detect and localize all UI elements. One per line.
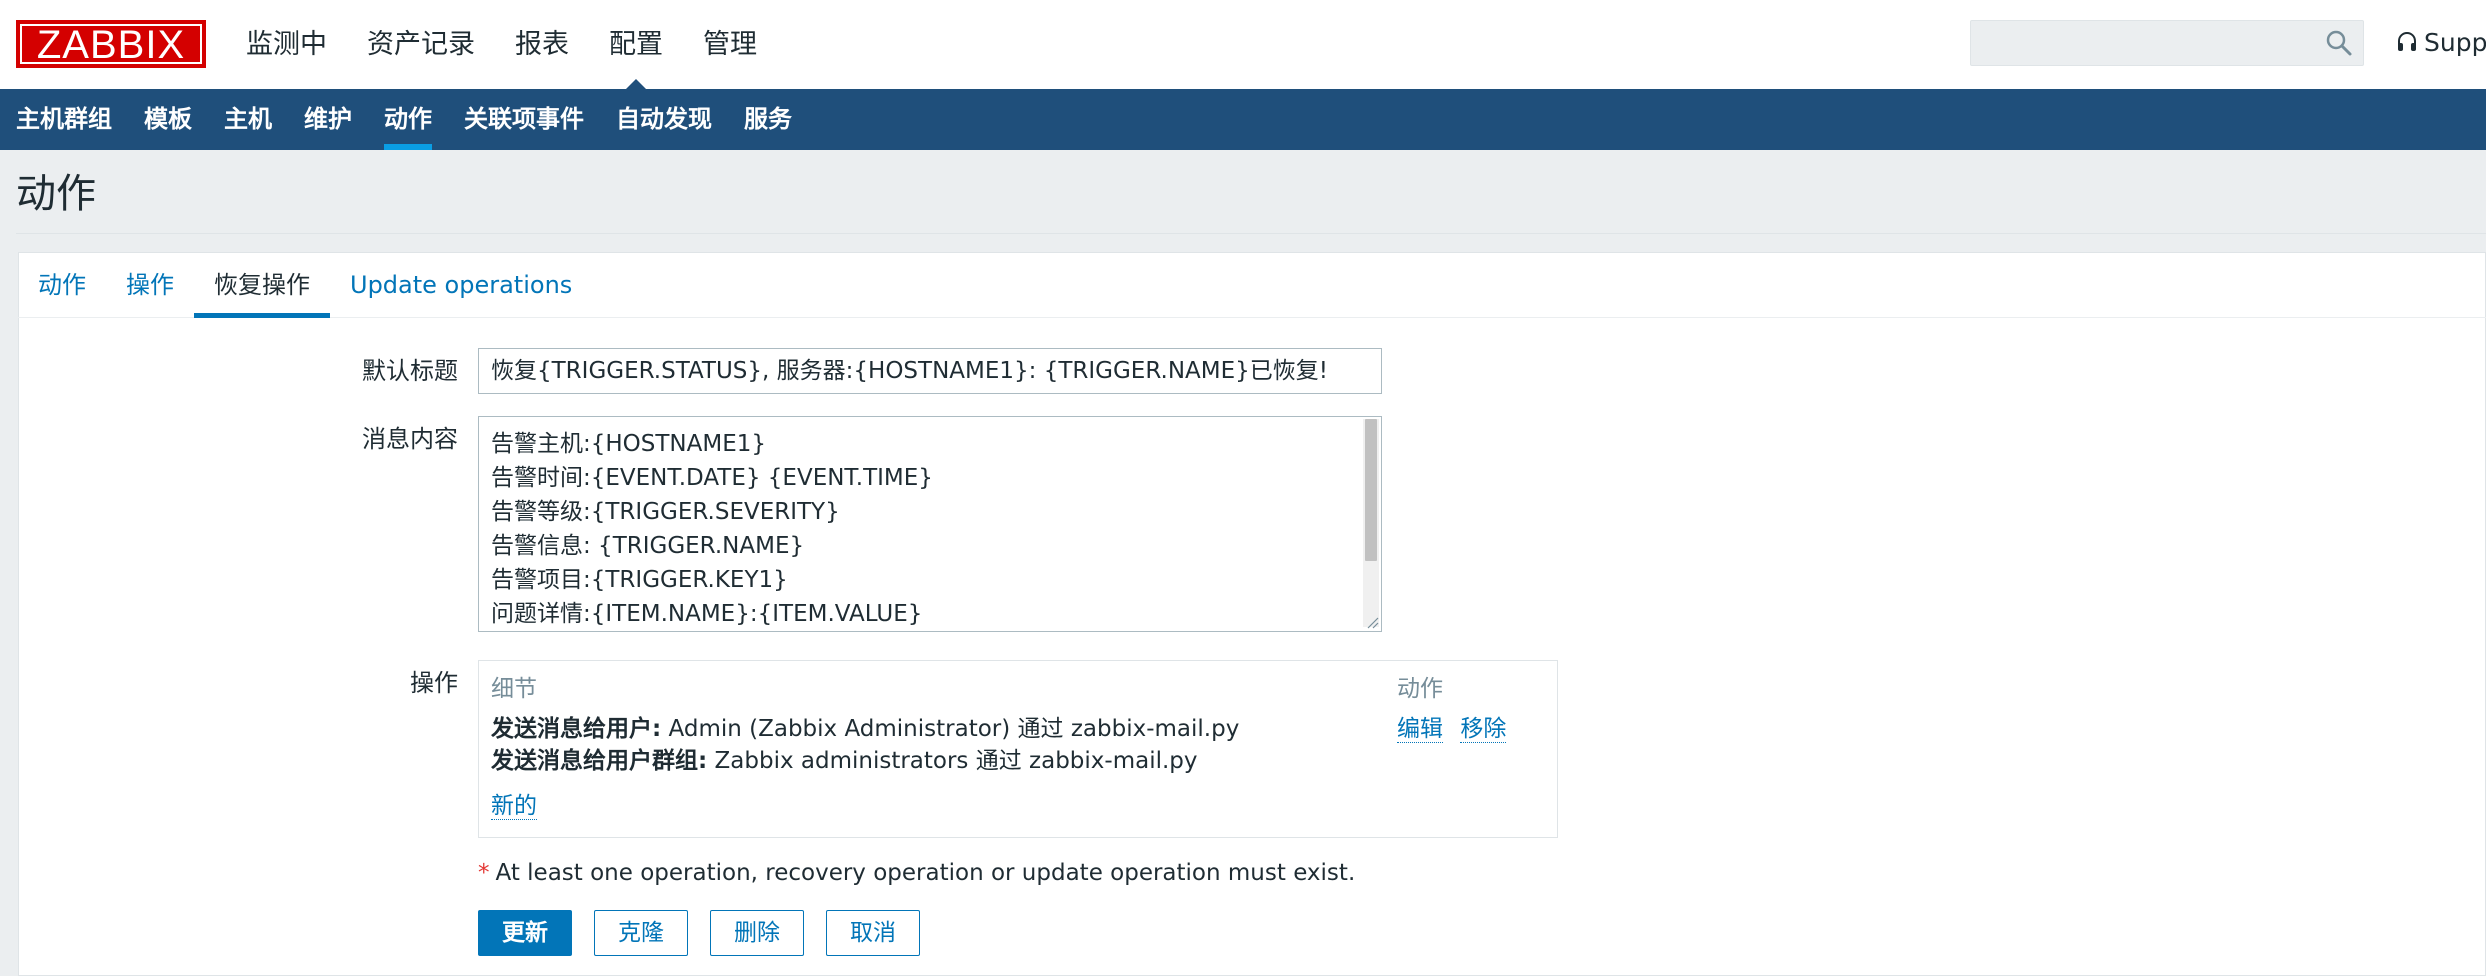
tab-action[interactable]: 动作 — [18, 252, 106, 317]
menu-monitoring[interactable]: 监测中 — [246, 0, 327, 89]
sub-menu: 主机群组 模板 主机 维护 动作 关联项事件 自动发现 服务 — [0, 89, 2486, 150]
update-button[interactable]: 更新 — [478, 910, 572, 956]
submenu-hosts[interactable]: 主机 — [208, 89, 288, 150]
delete-button[interactable]: 删除 — [710, 910, 804, 956]
column-details: 细节 — [491, 676, 537, 702]
submenu-actions[interactable]: 动作 — [368, 89, 448, 150]
headset-icon — [2398, 32, 2416, 51]
message-label: 消息内容 — [362, 425, 458, 453]
required-star: * — [478, 860, 490, 886]
submenu-discovery[interactable]: 自动发现 — [600, 89, 728, 150]
resize-grip-icon[interactable] — [1365, 615, 1379, 629]
menu-administration[interactable]: 管理 — [703, 0, 757, 89]
menu-reports[interactable]: 报表 — [515, 0, 569, 89]
tab-update-operations[interactable]: Update operations — [330, 252, 592, 317]
operation-type: 发送消息给用户群组: — [491, 748, 708, 774]
submenu-maintenance[interactable]: 维护 — [288, 89, 368, 150]
subject-label: 默认标题 — [362, 357, 458, 385]
operation-detail: Zabbix administrators 通过 zabbix-mail.py — [707, 748, 1198, 774]
operation-detail: Admin (Zabbix Administrator) 通过 zabbix-m… — [661, 716, 1240, 742]
title-divider — [16, 233, 2486, 234]
scrollbar-thumb[interactable] — [1365, 419, 1377, 561]
page-title: 动作 — [16, 171, 96, 217]
required-note: * At least one operation, recovery operat… — [478, 856, 1355, 890]
submenu-host-groups[interactable]: 主机群组 — [0, 89, 128, 150]
submenu-services[interactable]: 服务 — [728, 89, 808, 150]
operation-type: 发送消息给用户: — [491, 716, 662, 742]
operations-table: 细节 动作 发送消息给用户: Admin (Zabbix Administrat… — [478, 660, 1558, 838]
tab-operations[interactable]: 操作 — [106, 252, 194, 317]
message-line: 告警等级:{TRIGGER.SEVERITY} — [491, 499, 840, 525]
menu-configuration[interactable]: 配置 — [609, 0, 663, 89]
submenu-event-correlation[interactable]: 关联项事件 — [448, 89, 600, 150]
table-row: 发送消息给用户: Admin (Zabbix Administrator) 通过… — [491, 713, 1239, 745]
remove-link[interactable]: 移除 — [1460, 716, 1507, 743]
tab-recovery-operations[interactable]: 恢复操作 — [194, 252, 330, 318]
search-icon[interactable] — [2325, 29, 2353, 57]
operation-actions: 编辑 移除 — [1397, 713, 1516, 745]
message-line: 告警时间:{EVENT.DATE} {EVENT.TIME} — [491, 465, 933, 491]
zabbix-logo[interactable]: ZABBIX — [16, 20, 206, 68]
clone-button[interactable]: 克隆 — [594, 910, 688, 956]
message-textarea[interactable]: 告警主机:{HOSTNAME1} 告警时间:{EVENT.DATE} {EVEN… — [478, 416, 1382, 632]
message-line: 告警主机:{HOSTNAME1} — [491, 431, 767, 457]
edit-link[interactable]: 编辑 — [1397, 716, 1443, 743]
message-line: 告警信息: {TRIGGER.NAME} — [491, 533, 805, 559]
operations-label: 操作 — [410, 669, 458, 697]
column-actions: 动作 — [1397, 676, 1443, 702]
submenu-templates[interactable]: 模板 — [128, 89, 208, 150]
message-scrollbar[interactable] — [1363, 419, 1379, 627]
form-tabs: 动作 操作 恢复操作 Update operations — [18, 252, 2486, 318]
new-operation-link[interactable]: 新的 — [491, 793, 537, 820]
support-link[interactable]: Support — [2424, 26, 2486, 60]
cancel-button[interactable]: 取消 — [826, 910, 920, 956]
table-row: 发送消息给用户群组: Zabbix administrators 通过 zabb… — [491, 745, 1198, 777]
subject-input[interactable]: 恢复{TRIGGER.STATUS}, 服务器:{HOSTNAME1}: {TR… — [478, 348, 1382, 394]
top-header: ZABBIX 监测中 资产记录 报表 配置 管理 Support — [0, 0, 2486, 89]
main-menu: 监测中 资产记录 报表 配置 管理 — [246, 0, 797, 89]
message-line: 告警项目:{TRIGGER.KEY1} — [491, 567, 788, 593]
search-input[interactable] — [1970, 20, 2364, 66]
message-line: 问题详情:{ITEM.NAME}:{ITEM.VALUE} — [491, 601, 923, 627]
required-note-text: At least one operation, recovery operati… — [495, 860, 1356, 886]
menu-inventory[interactable]: 资产记录 — [367, 0, 475, 89]
